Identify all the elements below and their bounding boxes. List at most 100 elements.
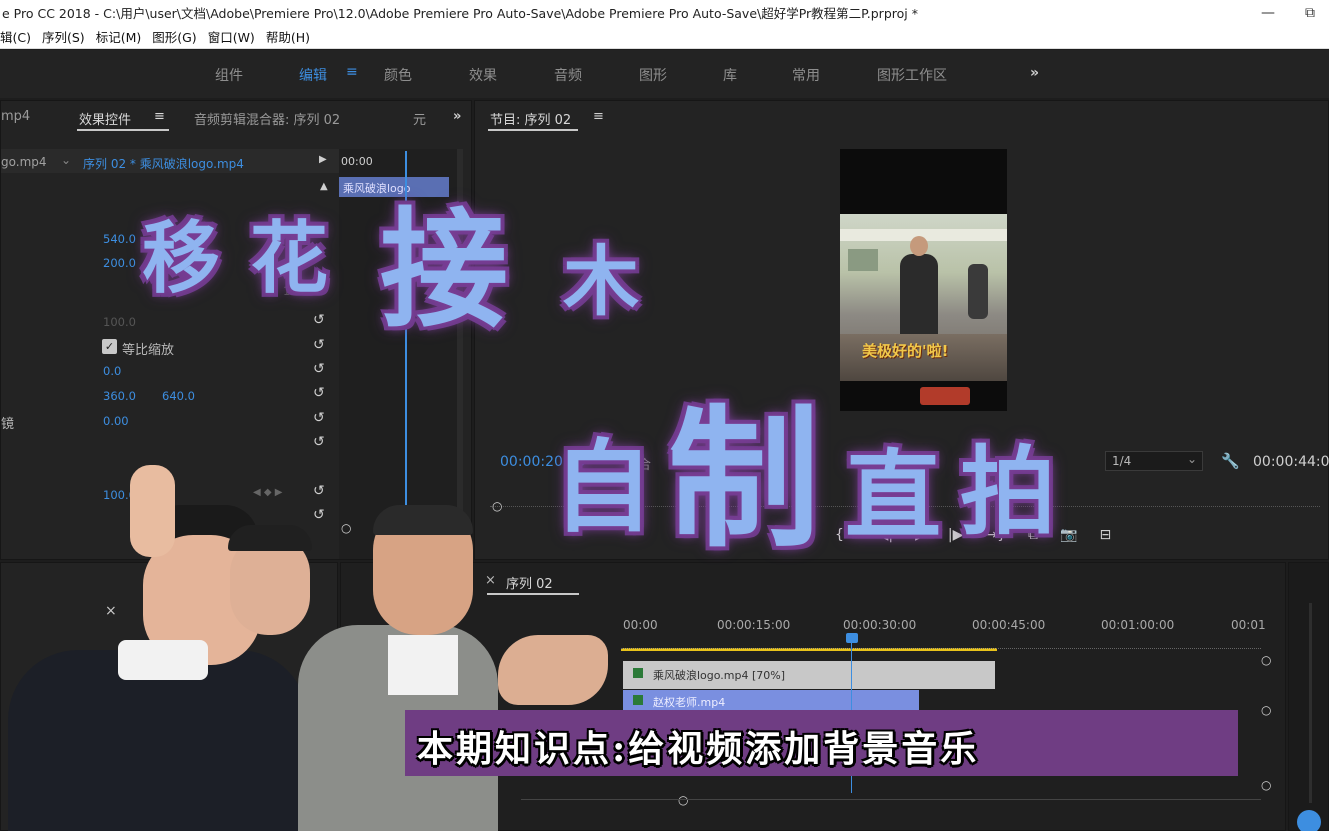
- timeline-clip-teacher[interactable]: 赵权老师.mp4: [623, 690, 919, 712]
- menu-window[interactable]: 窗口(W): [208, 27, 255, 48]
- video-frame-image: 美极好的'啦!: [840, 214, 1007, 381]
- video-caption: 美极好的'啦!: [862, 342, 949, 360]
- workspace-effects[interactable]: 效果: [469, 65, 497, 85]
- wrench-icon[interactable]: 🔧: [1221, 452, 1240, 470]
- scroll-handle-icon[interactable]: ○: [678, 793, 688, 807]
- time-ruler[interactable]: [621, 641, 1261, 649]
- topic-banner: 本期知识点:给视频添加背景音乐: [405, 710, 1238, 776]
- meter-bar: [1309, 603, 1312, 803]
- collapse-icon[interactable]: ▲: [320, 181, 328, 192]
- overlay-char: 拍: [958, 434, 1058, 550]
- workspace-editing[interactable]: 编辑: [299, 65, 327, 85]
- ruler-label: 00:01: [1231, 618, 1266, 632]
- reset-icon[interactable]: ↺: [313, 337, 325, 353]
- reset-icon[interactable]: ↺: [313, 483, 325, 499]
- menu-help[interactable]: 帮助(H): [266, 27, 310, 48]
- reset-icon[interactable]: ↺: [313, 361, 325, 377]
- rotation-value[interactable]: 0.0: [103, 364, 121, 378]
- fx-badge-icon: [633, 668, 643, 678]
- position-x[interactable]: 540.0: [103, 232, 136, 246]
- hair: [373, 505, 473, 535]
- ruler-label: 00:00:30:00: [843, 618, 917, 632]
- overlay-char: 花: [248, 212, 330, 306]
- program-title[interactable]: 节目: 序列 02: [490, 109, 571, 128]
- timeline-clip-logo[interactable]: 乘风破浪logo.mp4 [70%]: [623, 661, 995, 689]
- compare-icon[interactable]: ⊟: [1099, 527, 1111, 543]
- workspace-assembly[interactable]: 组件: [215, 65, 243, 85]
- position-y[interactable]: 200.0: [103, 256, 136, 270]
- window-shape: [848, 249, 878, 271]
- play-only-icon[interactable]: ▶: [319, 154, 327, 165]
- clip-label: 乘风破浪logo.mp4 [70%]: [653, 669, 786, 682]
- program-duration: 00:00:44:0: [1253, 454, 1329, 470]
- overlay-char: 直: [843, 438, 943, 554]
- tab-effect-controls[interactable]: 效果控件: [79, 109, 131, 128]
- workspace-graphics-workspace[interactable]: 图形工作区: [877, 65, 947, 85]
- anti-flicker-label: 镜: [1, 417, 15, 432]
- tab-menu-icon[interactable]: ≡: [154, 109, 165, 124]
- workspace-color[interactable]: 颜色: [384, 65, 412, 85]
- sequence-clip-label[interactable]: 序列 02 * 乘风破浪logo.mp4: [83, 155, 244, 172]
- tab-metadata[interactable]: 元: [413, 109, 426, 128]
- workspace-overflow-icon[interactable]: »: [1030, 65, 1039, 81]
- mini-timecode: 00:00: [341, 155, 373, 168]
- clip-header: go.mp4 ⌄ 序列 02 * 乘风破浪logo.mp4 ▶: [1, 149, 339, 173]
- uniform-scale-label: 等比缩放: [122, 343, 175, 358]
- overlay-char: 制: [666, 389, 822, 570]
- menu-markers[interactable]: 标记(M): [96, 27, 142, 48]
- clip-label: 赵权老师.mp4: [653, 696, 726, 709]
- zoom-handle-icon[interactable]: ○: [1261, 703, 1271, 717]
- reset-icon[interactable]: ↺: [313, 434, 325, 450]
- program-video-frame: 美极好的'啦!: [840, 149, 1007, 411]
- panel-overflow-icon[interactable]: »: [453, 109, 461, 124]
- chevron-down-icon: ⌄: [1186, 452, 1197, 466]
- zoom-handle-icon[interactable]: ○: [1261, 778, 1271, 792]
- dancer-head: [910, 236, 928, 256]
- master-clip-label[interactable]: go.mp4: [1, 155, 47, 169]
- menu-edit[interactable]: 辑(C): [0, 27, 31, 48]
- logo-watermark: [920, 387, 970, 405]
- ruler-label: 00:00: [623, 618, 658, 632]
- window-title-bar: e Pro CC 2018 - C:\用户\user\文档\Adobe\Prem…: [0, 0, 1329, 27]
- tab-source-clip[interactable]: mp4: [1, 109, 30, 124]
- chevron-down-icon[interactable]: ⌄: [61, 153, 71, 167]
- hand: [498, 635, 608, 705]
- reset-icon[interactable]: ↺: [313, 385, 325, 401]
- overlay-char: 木: [561, 235, 641, 328]
- ruler-label: 00:00:15:00: [717, 618, 791, 632]
- anti-flicker-value[interactable]: 0.00: [103, 414, 129, 428]
- uniform-scale-checkbox[interactable]: ✓: [102, 339, 117, 354]
- workspace-libraries[interactable]: 库: [723, 65, 737, 85]
- second-figure: [968, 264, 988, 319]
- tab-audio-mixer[interactable]: 音频剪辑混合器: 序列 02: [194, 109, 340, 128]
- solo-icon[interactable]: [1297, 810, 1321, 831]
- scale-width-value[interactable]: 100.0: [103, 315, 136, 329]
- zoom-handle-icon[interactable]: ○: [1261, 653, 1271, 667]
- fx-badge-icon: [633, 695, 643, 705]
- camera-icon[interactable]: 📷: [1060, 527, 1077, 543]
- minimize-icon[interactable]: —: [1261, 0, 1275, 27]
- menu-graphics[interactable]: 图形(G): [152, 27, 196, 48]
- anchor-x[interactable]: 360.0: [103, 389, 136, 403]
- window-title: e Pro CC 2018 - C:\用户\user\文档\Adobe\Prem…: [2, 6, 918, 21]
- reset-icon[interactable]: ↺: [313, 312, 325, 328]
- audio-meters: [1288, 562, 1329, 831]
- workspace-graphics[interactable]: 图形: [639, 65, 667, 85]
- reset-icon[interactable]: ↺: [313, 410, 325, 426]
- playhead-handle[interactable]: [846, 633, 858, 643]
- program-menu-icon[interactable]: ≡: [593, 109, 604, 124]
- thumb-hand: [130, 465, 175, 557]
- restore-icon[interactable]: ⧉: [1305, 0, 1315, 27]
- horizontal-scrollbar[interactable]: [521, 799, 1261, 800]
- overlay-char: 接: [378, 194, 510, 347]
- anchor-y[interactable]: 640.0: [162, 389, 195, 403]
- topic-banner-text: 本期知识点:给视频添加背景音乐: [417, 728, 980, 770]
- menu-sequence[interactable]: 序列(S): [42, 27, 85, 48]
- workspace-audio[interactable]: 音频: [554, 65, 582, 85]
- workspace-common[interactable]: 常用: [792, 65, 820, 85]
- shirt: [388, 635, 458, 695]
- active-tab-underline: [488, 129, 578, 131]
- active-tab-underline: [77, 129, 169, 131]
- resolution-dropdown[interactable]: 1/4 ⌄: [1105, 451, 1203, 471]
- workspace-menu-icon[interactable]: ≡: [346, 64, 358, 80]
